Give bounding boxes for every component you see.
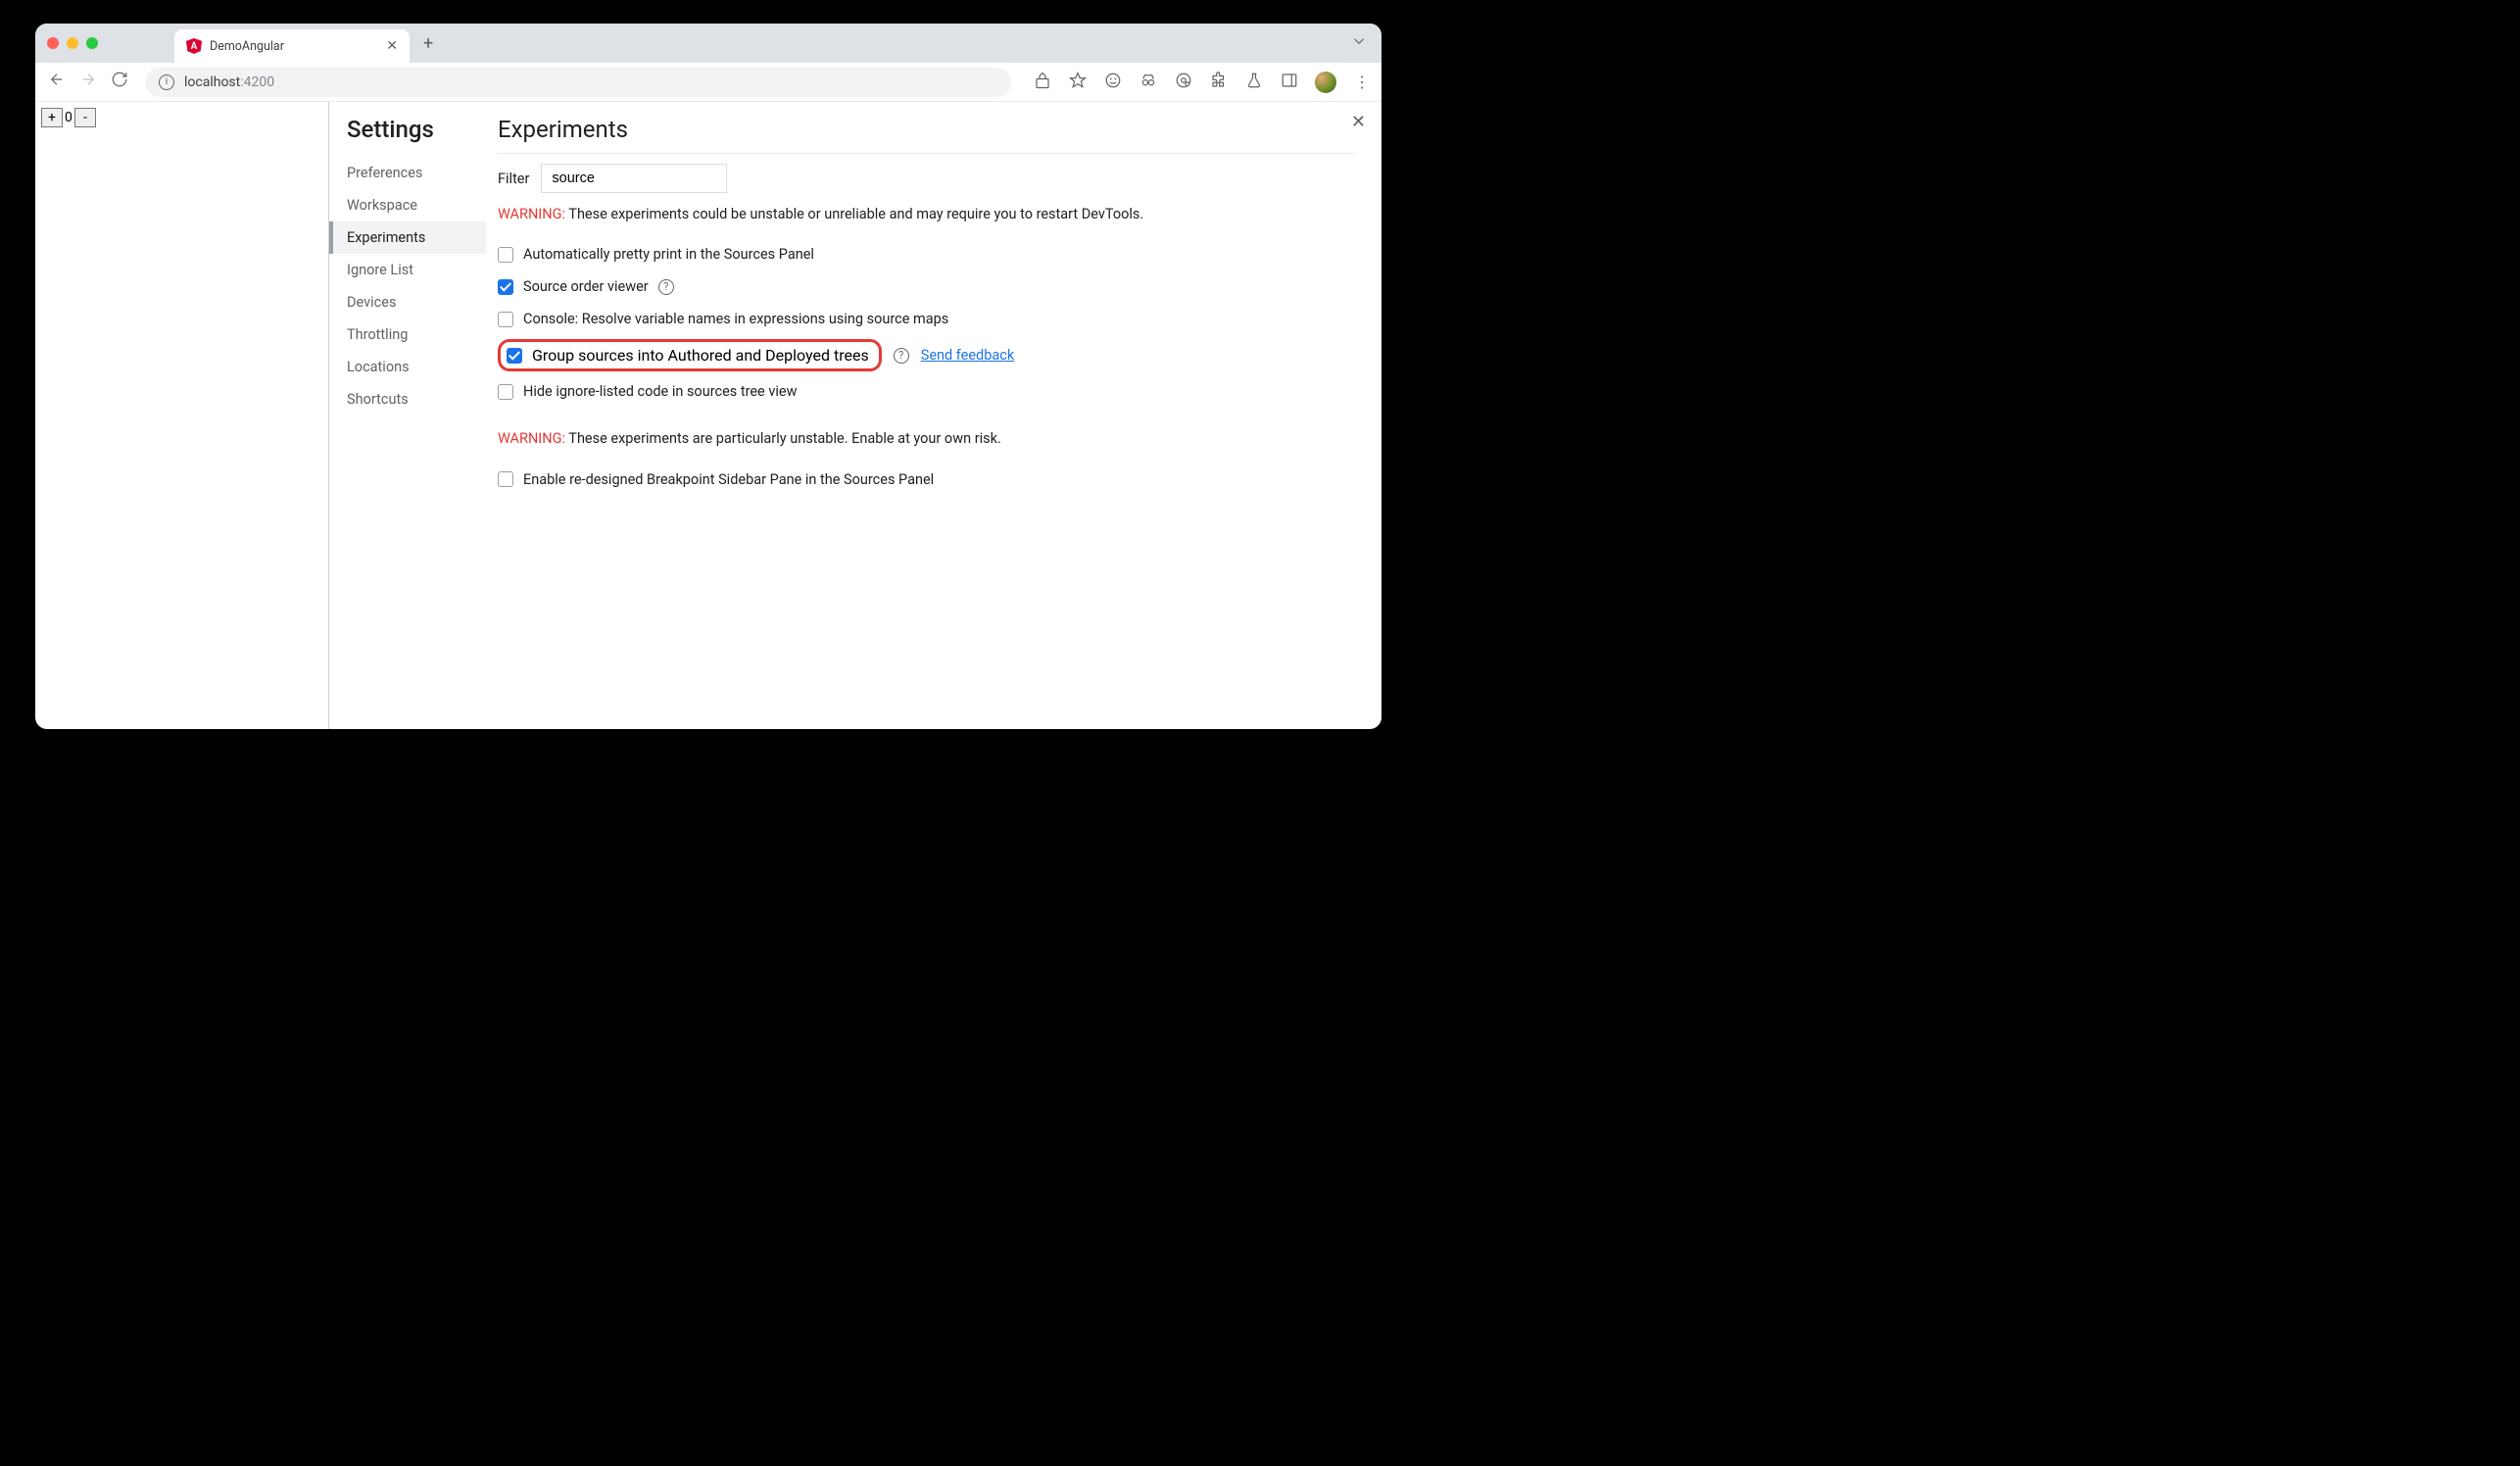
- extension-icon-1[interactable]: [1103, 72, 1123, 93]
- browser-tab[interactable]: A DemoAngular ✕: [174, 29, 410, 63]
- toolbar-actions: ⋮: [1033, 72, 1372, 93]
- page-pane: + 0 -: [35, 102, 329, 729]
- content-area: + 0 - ✕ Settings Preferences Workspace E…: [35, 102, 1381, 729]
- nav-shortcuts[interactable]: Shortcuts: [329, 383, 486, 415]
- checkbox-hide-ignore[interactable]: [498, 384, 513, 400]
- minimize-window-button[interactable]: [67, 37, 78, 49]
- warning-2: WARNING: These experiments are particula…: [498, 429, 1354, 449]
- counter-value: 0: [63, 110, 74, 125]
- filter-row: Filter: [498, 164, 1354, 193]
- nav-workspace[interactable]: Workspace: [329, 189, 486, 221]
- experiment-label: Enable re-designed Breakpoint Sidebar Pa…: [523, 471, 934, 488]
- profile-avatar[interactable]: [1315, 72, 1336, 93]
- new-tab-button[interactable]: +: [417, 33, 439, 54]
- url-text: localhost:4200: [184, 74, 274, 90]
- checkbox-breakpoint-sidebar[interactable]: [498, 471, 513, 487]
- site-info-icon[interactable]: i: [159, 74, 174, 90]
- nav-experiments[interactable]: Experiments: [329, 221, 486, 254]
- nav-preferences[interactable]: Preferences: [329, 157, 486, 189]
- share-icon[interactable]: [1033, 72, 1052, 93]
- help-icon[interactable]: ?: [894, 348, 909, 364]
- checkbox-pretty-print[interactable]: [498, 247, 513, 263]
- tab-strip: A DemoAngular ✕ +: [35, 24, 1381, 63]
- warning-1: WARNING: These experiments could be unst…: [498, 205, 1354, 224]
- nav-locations[interactable]: Locations: [329, 351, 486, 383]
- tab-title: DemoAngular: [210, 39, 284, 54]
- settings-title: Settings: [347, 116, 486, 143]
- tab-dropdown-icon[interactable]: [1350, 32, 1368, 54]
- filter-label: Filter: [498, 171, 529, 187]
- experiment-source-order: Source order viewer ?: [498, 270, 1354, 303]
- close-window-button[interactable]: [47, 37, 59, 49]
- address-bar[interactable]: i localhost:4200: [145, 68, 1011, 97]
- sidepanel-icon[interactable]: [1280, 72, 1299, 93]
- back-button[interactable]: [45, 71, 69, 93]
- settings-main: Experiments Filter WARNING: These experi…: [486, 102, 1381, 729]
- browser-window: A DemoAngular ✕ + i localhost:4200: [35, 24, 1381, 729]
- experiment-label: Group sources into Authored and Deployed…: [532, 346, 869, 365]
- close-tab-icon[interactable]: ✕: [386, 38, 398, 54]
- counter-widget: + 0 -: [41, 108, 322, 127]
- angular-icon: A: [186, 38, 202, 54]
- counter-plus-button[interactable]: +: [41, 108, 63, 127]
- devtools-settings: ✕ Settings Preferences Workspace Experim…: [329, 102, 1381, 729]
- experiment-label: Hide ignore-listed code in sources tree …: [523, 383, 797, 400]
- close-settings-icon[interactable]: ✕: [1351, 112, 1366, 132]
- checkbox-console-resolve[interactable]: [498, 312, 513, 327]
- counter-minus-button[interactable]: -: [74, 108, 96, 127]
- experiments-heading: Experiments: [498, 116, 1354, 154]
- experiment-pretty-print: Automatically pretty print in the Source…: [498, 238, 1354, 270]
- experiment-label: Console: Resolve variable names in expre…: [523, 311, 948, 327]
- menu-icon[interactable]: ⋮: [1352, 73, 1372, 91]
- incognito-icon[interactable]: [1139, 72, 1158, 93]
- send-feedback-link[interactable]: Send feedback: [921, 347, 1014, 364]
- experiment-label: Automatically pretty print in the Source…: [523, 246, 814, 263]
- bookmark-icon[interactable]: [1068, 72, 1088, 93]
- labs-icon[interactable]: [1244, 72, 1264, 93]
- settings-sidebar: Settings Preferences Workspace Experimen…: [329, 102, 486, 729]
- checkbox-group-sources[interactable]: [507, 348, 522, 364]
- nav-devices[interactable]: Devices: [329, 286, 486, 318]
- window-controls: [47, 37, 98, 49]
- experiment-group-sources-row: Group sources into Authored and Deployed…: [498, 335, 1354, 375]
- extension-icon-2[interactable]: [1174, 72, 1193, 93]
- experiment-hide-ignore: Hide ignore-listed code in sources tree …: [498, 375, 1354, 408]
- maximize-window-button[interactable]: [86, 37, 98, 49]
- filter-input[interactable]: [541, 164, 727, 193]
- nav-throttling[interactable]: Throttling: [329, 318, 486, 351]
- extensions-icon[interactable]: [1209, 72, 1229, 93]
- help-icon[interactable]: ?: [658, 279, 674, 295]
- highlight-annotation: Group sources into Authored and Deployed…: [498, 339, 882, 371]
- experiment-console-resolve: Console: Resolve variable names in expre…: [498, 303, 1354, 335]
- reload-button[interactable]: [108, 71, 131, 93]
- experiment-breakpoint-sidebar: Enable re-designed Breakpoint Sidebar Pa…: [498, 464, 1354, 496]
- nav-ignore-list[interactable]: Ignore List: [329, 254, 486, 286]
- browser-toolbar: i localhost:4200: [35, 63, 1381, 102]
- experiment-label: Source order viewer: [523, 278, 649, 295]
- forward-button[interactable]: [76, 71, 100, 93]
- checkbox-source-order[interactable]: [498, 279, 513, 295]
